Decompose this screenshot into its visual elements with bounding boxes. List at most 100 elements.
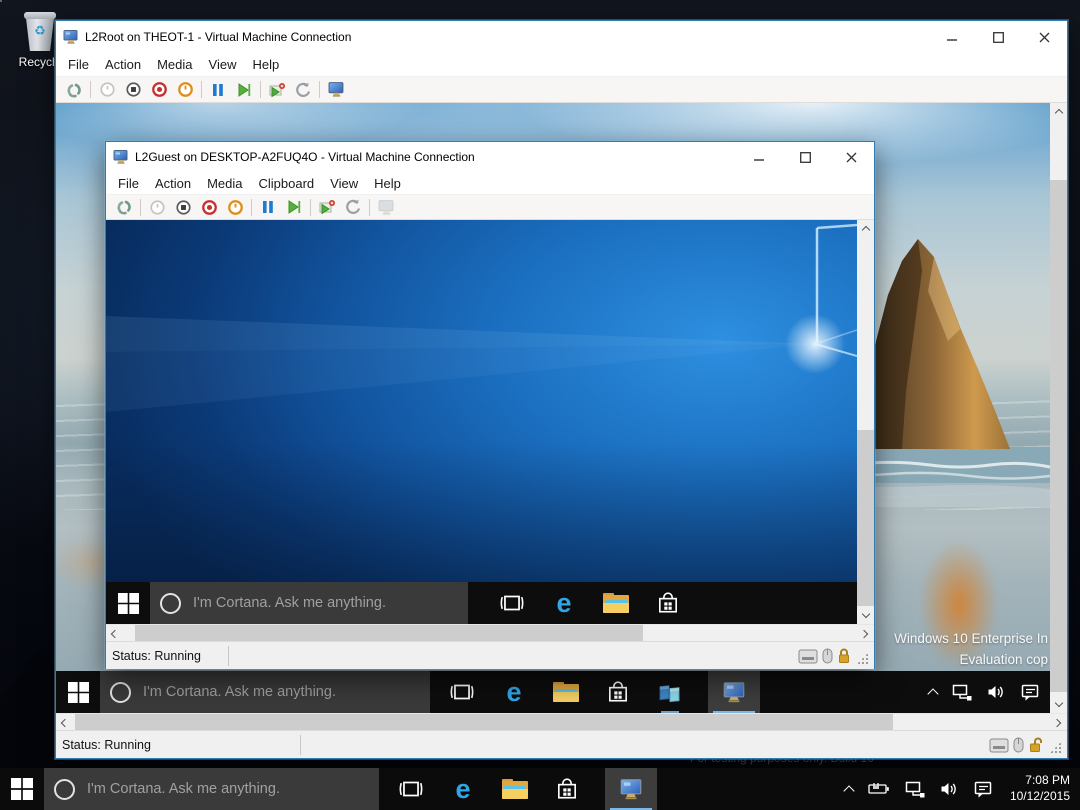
tray-chevron-up-icon[interactable] [927, 686, 939, 700]
enhanced-session-button[interactable] [323, 79, 349, 101]
start-vm-button-disabled[interactable] [94, 79, 120, 101]
edge-icon[interactable]: e [449, 768, 477, 810]
menu-media[interactable]: Media [199, 173, 250, 194]
action-center-icon[interactable] [1021, 684, 1040, 701]
cortana-icon [110, 681, 131, 703]
scroll-down-icon[interactable] [857, 607, 874, 624]
cortana-search-box[interactable]: I'm Cortana. Ask me anything. [44, 768, 379, 810]
shutdown-vm-button[interactable] [222, 196, 248, 218]
store-icon[interactable] [654, 582, 682, 624]
vmconnect-taskbar-icon-active[interactable] [708, 671, 760, 713]
save-vm-button[interactable] [120, 79, 146, 101]
reset-vm-button[interactable] [231, 79, 257, 101]
resize-grip[interactable] [857, 653, 868, 664]
vertical-scroll-thumb[interactable] [857, 430, 874, 606]
cortana-search-box[interactable]: I'm Cortana. Ask me anything. [100, 671, 430, 713]
file-explorer-icon[interactable] [552, 671, 580, 713]
display-status-icon [989, 738, 1009, 753]
power-battery-tray-icon[interactable] [868, 782, 890, 796]
task-view-button[interactable] [498, 582, 526, 624]
resize-grip[interactable] [1050, 742, 1061, 753]
tray-chevron-up-icon[interactable] [843, 783, 855, 797]
minimize-icon[interactable] [929, 21, 975, 53]
l2guest-vertical-scrollbar[interactable] [857, 220, 874, 624]
start-vm-button-disabled[interactable] [144, 196, 170, 218]
pause-vm-button[interactable] [255, 196, 281, 218]
l2root-vertical-scrollbar[interactable] [1050, 103, 1067, 713]
start-button[interactable] [56, 671, 100, 713]
ctrl-alt-del-button[interactable] [61, 79, 87, 101]
edge-icon[interactable]: e [550, 582, 578, 624]
reset-vm-button[interactable] [281, 196, 307, 218]
evaluation-watermark-line2: Evaluation cop [959, 652, 1048, 667]
menu-action[interactable]: Action [147, 173, 199, 194]
taskbar-clock[interactable]: 7:08 PM 10/12/2015 [1008, 773, 1070, 804]
enhanced-session-button-disabled[interactable] [373, 196, 399, 218]
l2guest-horizontal-scrollbar[interactable] [106, 624, 874, 642]
revert-button[interactable] [290, 79, 316, 101]
store-icon[interactable] [553, 768, 581, 810]
action-center-icon[interactable] [974, 781, 993, 798]
scroll-down-icon[interactable] [1050, 696, 1067, 713]
task-view-button[interactable] [397, 768, 425, 810]
menu-file[interactable]: File [60, 54, 97, 75]
cortana-icon [54, 778, 75, 800]
l2root-horizontal-scrollbar[interactable] [56, 713, 1067, 731]
revert-button[interactable] [340, 196, 366, 218]
scroll-right-icon[interactable] [857, 625, 874, 642]
volume-tray-icon[interactable] [940, 781, 959, 797]
scroll-up-icon[interactable] [857, 220, 874, 237]
task-view-button[interactable] [448, 671, 476, 713]
vmconnect-taskbar-icon-active[interactable] [605, 768, 657, 810]
minimize-icon[interactable] [736, 142, 782, 172]
statusbar-divider [300, 734, 301, 755]
hyperv-manager-icon[interactable] [656, 671, 684, 713]
shutdown-vm-button[interactable] [172, 79, 198, 101]
host-taskbar: I'm Cortana. Ask me anything. e 7:08 PM … [0, 768, 1080, 810]
vm-window-l2root: L2Root on THEOT-1 - Virtual Machine Conn… [55, 20, 1068, 759]
turn-off-vm-button[interactable] [196, 196, 222, 218]
network-tray-icon[interactable] [952, 684, 972, 701]
scroll-up-icon[interactable] [1050, 103, 1067, 120]
close-icon[interactable] [828, 142, 874, 172]
cortana-search-placeholder: I'm Cortana. Ask me anything. [193, 595, 386, 611]
menu-clipboard[interactable]: Clipboard [251, 173, 323, 194]
evaluation-watermark-line1: Windows 10 Enterprise In [894, 631, 1048, 646]
maximize-icon[interactable] [975, 21, 1021, 53]
l2root-titlebar[interactable]: L2Root on THEOT-1 - Virtual Machine Conn… [56, 21, 1067, 53]
horizontal-scroll-thumb[interactable] [75, 713, 893, 731]
close-icon[interactable] [1021, 21, 1067, 53]
l2guest-vm-viewport: I'm Cortana. Ask me anything. e [106, 220, 874, 624]
start-button[interactable] [106, 582, 150, 624]
maximize-icon[interactable] [782, 142, 828, 172]
menu-action[interactable]: Action [97, 54, 149, 75]
pause-vm-button[interactable] [205, 79, 231, 101]
checkpoint-button[interactable] [264, 79, 290, 101]
edge-icon[interactable]: e [500, 671, 528, 713]
l2root-statusbar: Status: Running [56, 730, 1067, 758]
scroll-right-icon[interactable] [1050, 714, 1067, 731]
vertical-scroll-thumb[interactable] [1050, 180, 1067, 692]
menu-help[interactable]: Help [366, 173, 409, 194]
start-button[interactable] [0, 768, 44, 810]
save-vm-button[interactable] [170, 196, 196, 218]
store-icon[interactable] [604, 671, 632, 713]
menu-view[interactable]: View [322, 173, 366, 194]
cortana-search-box[interactable]: I'm Cortana. Ask me anything. [150, 582, 468, 624]
ctrl-alt-del-button[interactable] [111, 196, 137, 218]
volume-tray-icon[interactable] [987, 684, 1006, 700]
menu-help[interactable]: Help [244, 54, 287, 75]
file-explorer-icon[interactable] [501, 768, 529, 810]
file-explorer-icon[interactable] [602, 582, 630, 624]
checkpoint-button[interactable] [314, 196, 340, 218]
menu-media[interactable]: Media [149, 54, 200, 75]
menu-file[interactable]: File [110, 173, 147, 194]
scroll-left-icon[interactable] [106, 625, 123, 642]
scroll-left-icon[interactable] [56, 714, 73, 731]
horizontal-scroll-thumb[interactable] [135, 624, 643, 642]
turn-off-vm-button[interactable] [146, 79, 172, 101]
menu-view[interactable]: View [201, 54, 245, 75]
l2guest-titlebar[interactable]: L2Guest on DESKTOP-A2FUQ4O - Virtual Mac… [106, 142, 874, 172]
recycle-bin-icon: ♻ [23, 12, 57, 52]
network-tray-icon[interactable] [905, 781, 925, 798]
